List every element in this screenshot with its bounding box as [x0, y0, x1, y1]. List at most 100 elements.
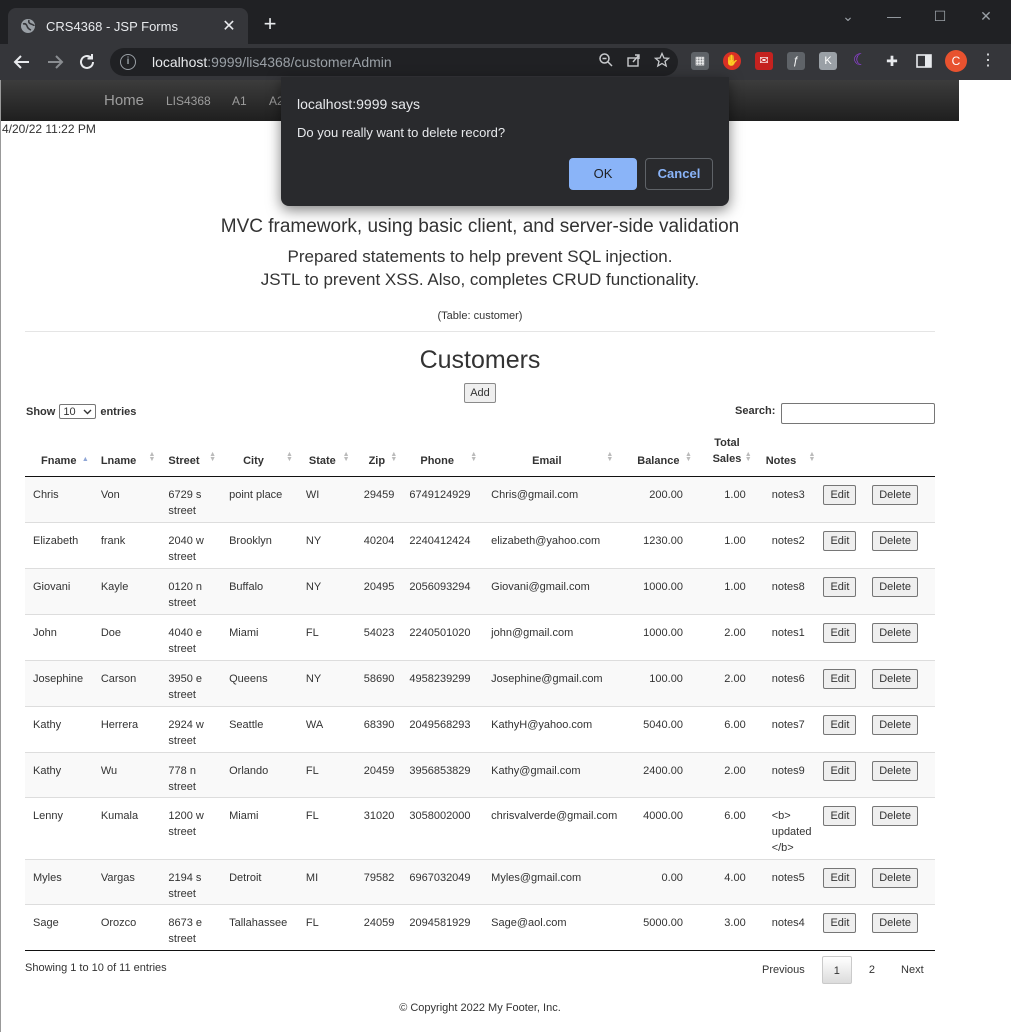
extension-icon-pdf[interactable]: ✉: [755, 52, 773, 70]
column-header-lname[interactable]: Lname ▲ ▼: [92, 435, 160, 477]
edit-button[interactable]: Edit: [823, 913, 857, 933]
edit-button[interactable]: Edit: [823, 669, 857, 689]
close-window-button[interactable]: ✕: [963, 4, 1009, 28]
next-page-button[interactable]: Next: [892, 956, 933, 984]
cell-state: FL: [296, 614, 354, 661]
column-header-balance[interactable]: Balance ▲ ▼: [617, 435, 696, 477]
delete-button[interactable]: Delete: [872, 715, 919, 735]
table-info: Showing 1 to 10 of 11 entries: [25, 962, 167, 974]
forward-arrow-icon[interactable]: [43, 50, 67, 74]
delete-button[interactable]: Delete: [872, 913, 919, 933]
column-header-state[interactable]: State ▲ ▼: [296, 435, 354, 477]
column-header-email[interactable]: Email ▲ ▼: [481, 435, 618, 477]
cell-delete: Delete: [868, 752, 935, 798]
kebab-menu-icon[interactable]: ⋮: [979, 52, 997, 70]
browser-toolbar: i localhost:9999/lis4368/customerAdmin ▦…: [0, 44, 1011, 80]
profile-avatar[interactable]: C: [945, 50, 967, 72]
cell-phone: 2240412424: [401, 522, 482, 569]
column-header-notes[interactable]: Notes ▲ ▼: [755, 435, 820, 477]
extension-icon-script[interactable]: ƒ: [787, 52, 805, 70]
edit-button[interactable]: Edit: [823, 761, 857, 781]
page-button-2[interactable]: 2: [860, 956, 884, 984]
edit-button[interactable]: Edit: [823, 623, 857, 643]
extension-icon-dev[interactable]: ▦: [691, 52, 709, 70]
delete-button[interactable]: Delete: [872, 577, 919, 597]
delete-button[interactable]: Delete: [872, 485, 919, 505]
navbar-link-a1[interactable]: A1: [232, 94, 247, 108]
divider: [25, 331, 935, 332]
sort-icon: ▲ ▼: [209, 451, 217, 463]
cell-email: chrisvalverde@gmail.com: [481, 797, 618, 860]
edit-button[interactable]: Edit: [823, 715, 857, 735]
cell-balance: 100.00: [617, 660, 696, 707]
reload-icon[interactable]: [75, 50, 99, 74]
edit-button[interactable]: Edit: [823, 485, 857, 505]
dialog-cancel-button[interactable]: Cancel: [645, 158, 713, 190]
page-button-1[interactable]: 1: [821, 956, 852, 984]
extension-icon-stop[interactable]: ✋: [723, 52, 741, 70]
column-header-city[interactable]: City ▲ ▼: [220, 435, 297, 477]
navbar-link-lis4368[interactable]: LIS4368: [166, 94, 211, 108]
search-input[interactable]: [781, 403, 935, 424]
extension-icon-k[interactable]: K: [819, 52, 837, 70]
cell-phone: 2094581929: [401, 904, 482, 951]
site-info-icon[interactable]: i: [120, 54, 136, 70]
edit-button[interactable]: Edit: [823, 868, 857, 888]
entries-per-page-value: 10: [63, 405, 76, 418]
sql-injection-subheading: Prepared statements to help prevent SQL …: [287, 247, 673, 266]
cell-state: NY: [296, 568, 354, 615]
cell-delete: Delete: [868, 859, 935, 905]
cell-phone: 4958239299: [401, 660, 482, 707]
tab-search-icon[interactable]: ⌄: [825, 4, 871, 28]
side-panel-icon[interactable]: [915, 52, 933, 70]
cell-street: 0120 n street: [159, 568, 221, 615]
delete-button[interactable]: Delete: [872, 761, 919, 781]
new-tab-button[interactable]: +: [258, 12, 282, 36]
cell-edit: Edit: [819, 522, 869, 569]
cell-lname: Vargas: [92, 859, 160, 905]
maximize-button[interactable]: ☐: [917, 4, 963, 28]
previous-page-button[interactable]: Previous: [753, 956, 814, 984]
delete-button[interactable]: Delete: [872, 669, 919, 689]
share-icon[interactable]: [626, 52, 642, 71]
bookmark-star-icon[interactable]: [653, 51, 671, 71]
browser-tab[interactable]: CRS4368 - JSP Forms ✕: [8, 8, 248, 44]
cell-phone: 6967032049: [401, 859, 482, 905]
address-bar[interactable]: i localhost:9999/lis4368/customerAdmin: [110, 48, 678, 76]
cell-email: Sage@aol.com: [481, 904, 618, 951]
extensions-puzzle-icon[interactable]: ✚: [883, 52, 901, 70]
entries-per-page-select[interactable]: 10: [59, 404, 97, 419]
cell-city: Detroit: [220, 859, 297, 905]
table-note: (Table: customer): [437, 310, 523, 322]
column-header-phone[interactable]: Phone ▲ ▼: [401, 435, 482, 477]
edit-button[interactable]: Edit: [823, 806, 857, 826]
delete-button[interactable]: Delete: [872, 531, 919, 551]
delete-button[interactable]: Delete: [872, 623, 919, 643]
delete-button[interactable]: Delete: [872, 868, 919, 888]
delete-button[interactable]: Delete: [872, 806, 919, 826]
edit-button[interactable]: Edit: [823, 531, 857, 551]
cell-balance: 1000.00: [617, 614, 696, 661]
column-header-zip[interactable]: Zip ▲ ▼: [353, 435, 402, 477]
cell-notes: notes1: [755, 614, 820, 661]
close-tab-icon[interactable]: ✕: [220, 16, 238, 36]
sort-ascending-icon: ▲: [81, 456, 89, 463]
edit-button[interactable]: Edit: [823, 577, 857, 597]
cell-total-sales: 6.00: [695, 706, 756, 753]
extension-icon-moon[interactable]: ☾: [851, 52, 869, 70]
zoom-icon[interactable]: [598, 52, 614, 71]
add-customer-button[interactable]: Add: [464, 383, 496, 403]
dialog-ok-button[interactable]: OK: [569, 158, 637, 190]
column-header-total-sales[interactable]: Total Sales ▲ ▼: [695, 435, 756, 477]
back-arrow-icon[interactable]: [10, 50, 34, 74]
cell-lname: Wu: [92, 752, 160, 798]
cell-lname: Herrera: [92, 706, 160, 753]
column-header-fname[interactable]: Fname ▲: [25, 435, 93, 477]
cell-fname: Chris: [25, 476, 93, 523]
cell-city: Tallahassee: [220, 904, 297, 951]
sort-icon: ▲ ▼: [808, 451, 816, 463]
table-row: Myles Vargas 2194 s street Detroit MI 79582 69…: [25, 859, 935, 905]
column-header-street[interactable]: Street ▲ ▼: [159, 435, 221, 477]
minimize-button[interactable]: —: [871, 4, 917, 28]
navbar-home-link[interactable]: Home: [104, 92, 144, 109]
